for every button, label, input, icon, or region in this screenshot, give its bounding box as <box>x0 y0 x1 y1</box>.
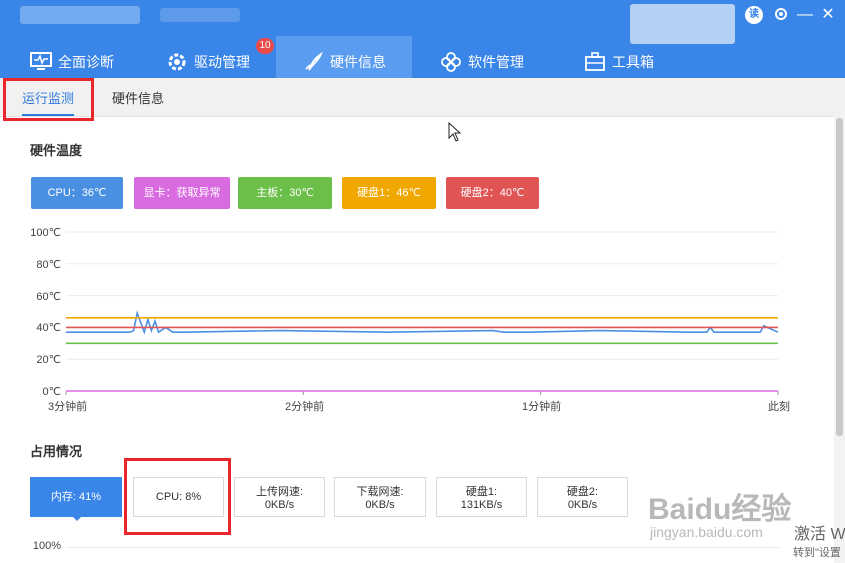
usage-card-disk1[interactable]: 硬盘1: 131KB/s <box>436 477 527 517</box>
activate-windows-subtext: 转到"设置 <box>793 547 841 559</box>
card-value: 0KB/s <box>264 499 295 511</box>
activate-windows-text: 激活 W <box>794 526 845 543</box>
card-value: 0KB/s <box>567 499 598 511</box>
x-tick-label: 3分钟前 <box>48 401 88 413</box>
usage-gridline <box>66 547 780 548</box>
card-label: 内存: 41% <box>50 491 102 503</box>
baidu-url-watermark: jingyan.baidu.com <box>650 524 763 540</box>
card-label: 下载网速: <box>356 486 404 498</box>
baidu-watermark: Baidu经验 <box>648 493 792 526</box>
card-pointer <box>72 516 82 521</box>
scrollbar-thumb[interactable] <box>836 118 843 436</box>
card-label: 硬盘2: <box>566 486 599 498</box>
card-value: 0KB/s <box>365 499 395 511</box>
highlight-box-cpu-card <box>124 458 231 535</box>
card-value: 131KB/s <box>460 499 503 511</box>
usage-card-download[interactable]: 下载网速: 0KB/s <box>334 477 426 517</box>
usage-card-disk2[interactable]: 硬盘2: 0KB/s <box>537 477 628 517</box>
usage-y-top-label: 100% <box>32 540 61 552</box>
x-tick-label: 2分钟前 <box>285 401 325 413</box>
usage-card-upload[interactable]: 上传网速: 0KB/s <box>234 477 325 517</box>
card-label: 硬盘1: <box>465 486 498 498</box>
x-tick-label: 1分钟前 <box>522 401 562 413</box>
cpu-temp-line <box>66 310 779 335</box>
card-label: 上传网速: <box>255 486 304 498</box>
usage-card-memory[interactable]: 内存: 41% <box>30 477 122 517</box>
usage-title: 占用情况 <box>30 444 83 459</box>
x-tick-label: 此刻 <box>768 401 790 413</box>
